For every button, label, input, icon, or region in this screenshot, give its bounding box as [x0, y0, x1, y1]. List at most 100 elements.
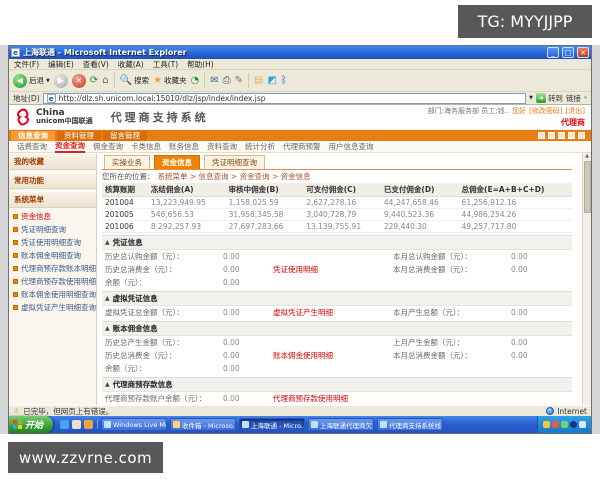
- tab-fund-info[interactable]: 资金信息: [154, 155, 200, 169]
- role-badge: 代理商: [561, 117, 585, 128]
- change-password-link[interactable]: [修改密码]: [529, 106, 562, 116]
- voucher-usage-link[interactable]: 凭证使用明细: [273, 264, 393, 275]
- sidebar-item-fund-info[interactable]: 资金信息: [9, 210, 96, 223]
- home-button[interactable]: ⌂: [102, 74, 108, 88]
- print-icon[interactable]: ⎙: [223, 74, 231, 88]
- ie-window: e 上海联通 - Microsoft Internet Explorer _ □…: [8, 45, 592, 434]
- menu-tools[interactable]: 工具(T): [153, 59, 178, 70]
- sidebar-item-ledger-usage[interactable]: 账本佣金使用明细查询: [9, 288, 96, 301]
- address-dropdown-icon[interactable]: ▼: [529, 95, 533, 101]
- subnav-card-info[interactable]: 卡类信息: [131, 141, 161, 152]
- ie-page-icon: e: [11, 48, 20, 57]
- tray-icon[interactable]: [579, 421, 586, 428]
- section-title: 代理商预存款信息: [113, 379, 173, 390]
- scroll-up-icon[interactable]: ▲: [585, 153, 589, 159]
- sidebar-item-voucher-usage[interactable]: 凭证使用明细查询: [9, 236, 96, 249]
- logout-link[interactable]: [退出]: [566, 106, 585, 116]
- nav-mini-icon[interactable]: [538, 132, 545, 139]
- nav-mini-icon[interactable]: [568, 132, 575, 139]
- menu-view[interactable]: 查看(V): [83, 59, 109, 70]
- bluetooth-icon[interactable]: ᛒ: [281, 74, 287, 88]
- stop-button[interactable]: ✕: [72, 74, 86, 88]
- vertical-scrollbar[interactable]: ▲: [582, 153, 591, 405]
- section-voucher-info: ▲ 凭证信息: [102, 235, 572, 250]
- bullet-icon: [13, 240, 18, 245]
- minimize-button[interactable]: _: [547, 47, 559, 58]
- sidebar-item-prepay-ledger[interactable]: 代理商预存款账本明细查询: [9, 262, 96, 275]
- cell-period: 201004: [102, 197, 148, 209]
- subnav-fund-query[interactable]: 资金查询: [55, 140, 85, 153]
- nav-info-query[interactable]: 信息查询: [11, 131, 55, 141]
- title-bar[interactable]: e 上海联通 - Microsoft Internet Explorer _ □…: [9, 46, 591, 59]
- subnav-stats[interactable]: 统计分析: [245, 141, 275, 152]
- scrollbar-thumb[interactable]: [584, 161, 591, 213]
- go-button[interactable]: ➜ 转到: [536, 93, 563, 104]
- sidebar-item-voucher-detail[interactable]: 凭证明细查询: [9, 223, 96, 236]
- media-player-icon[interactable]: [84, 420, 93, 429]
- forward-button[interactable]: ▶: [54, 74, 68, 88]
- back-dropdown-icon[interactable]: ▼: [46, 78, 50, 84]
- ie-quicklaunch-icon[interactable]: [60, 420, 69, 429]
- subnav-fee-query[interactable]: 话费查询: [17, 141, 47, 152]
- sidebar-item-prepay-usage[interactable]: 代理商预存款使用明细查询: [9, 275, 96, 288]
- unicom-knot-icon: [15, 108, 33, 126]
- messenger-icon[interactable]: ◩: [268, 74, 277, 88]
- back-button[interactable]: ◀ 后退 ▼: [13, 74, 50, 88]
- nav-mini-icon[interactable]: [558, 132, 565, 139]
- detail-row: 历史总认购金额（元）： 0.00 本月总认购金额（元）： 0.00: [102, 250, 572, 263]
- tray-icon[interactable]: [552, 421, 559, 428]
- subnav-commission-query[interactable]: 佣金查询: [93, 141, 123, 152]
- nav-mini-icon[interactable]: [578, 132, 585, 139]
- menu-file[interactable]: 文件(F): [14, 59, 39, 70]
- sidebar-item-label: 凭证明细查询: [21, 224, 66, 235]
- tray-icon[interactable]: [543, 421, 550, 428]
- subnav-user-info-query[interactable]: 用户信息查询: [329, 141, 374, 152]
- section-title: 虚拟凭证信息: [113, 293, 158, 304]
- maximize-button[interactable]: □: [562, 47, 574, 58]
- prepay-usage-link[interactable]: 代理商预存款使用明细: [273, 393, 393, 404]
- sidebar-item-ledger-commission[interactable]: 账本佣金明细查询: [9, 249, 96, 262]
- taskbar-item-agent-system[interactable]: 代理商支持系统线...: [377, 418, 443, 431]
- field-label: 本月总认购金额（元）：: [393, 251, 511, 262]
- links-label[interactable]: 链接: [566, 93, 581, 104]
- virtual-voucher-link[interactable]: 虚拟凭证产生明细: [273, 307, 393, 318]
- tab-voucher-detail[interactable]: 凭证明细查询: [204, 155, 265, 169]
- ledger-usage-link[interactable]: 账本佣金使用明细: [273, 350, 393, 361]
- address-input[interactable]: e http://dlz.sh.unicom.local:15010/dlz/j…: [43, 93, 526, 104]
- sidebar-item-label: 账本佣金使用明细查询: [21, 289, 96, 300]
- folder-icon[interactable]: ▤: [254, 74, 263, 88]
- start-button[interactable]: 开始: [9, 416, 53, 433]
- tray-icon[interactable]: [570, 421, 577, 428]
- history-icon[interactable]: ◔: [191, 74, 200, 88]
- close-button[interactable]: ✕: [577, 47, 589, 58]
- taskbar-item-inbox[interactable]: 收件箱 - Microso...: [170, 418, 236, 431]
- tab-business[interactable]: 实操业务: [104, 155, 150, 169]
- subnav-data-query[interactable]: 资料查询: [207, 141, 237, 152]
- field-value: 0.00: [223, 252, 273, 261]
- taskbar-item-live-messenger[interactable]: Windows Live Mes...: [101, 418, 167, 431]
- favorites-button[interactable]: ★ 收藏夹: [153, 74, 186, 88]
- menu-favorites[interactable]: 收藏(A): [118, 59, 144, 70]
- sidebar-section-system-menu[interactable]: 系统菜单: [9, 191, 96, 208]
- nav-message-manage[interactable]: 留言管理: [103, 131, 147, 141]
- show-desktop-icon[interactable]: [72, 420, 81, 429]
- sidebar-item-virtual-voucher[interactable]: 虚拟凭证产生明细查询: [9, 301, 96, 314]
- menu-edit[interactable]: 编辑(E): [48, 59, 74, 70]
- nav-mini-icon[interactable]: [548, 132, 555, 139]
- sidebar-section-favorites[interactable]: 我的收藏: [9, 153, 96, 170]
- sidebar-section-common[interactable]: 常用功能: [9, 172, 96, 189]
- tray-icon[interactable]: [561, 421, 568, 428]
- user-info: 部门:海务服务部 员工:钱..: [428, 106, 509, 116]
- taskbar-item-agent-page[interactable]: 上海联通代理商欠...: [308, 418, 374, 431]
- mail-icon[interactable]: ✉: [210, 74, 218, 88]
- nav-data-manage[interactable]: 资料管理: [57, 131, 101, 141]
- menu-help[interactable]: 帮助(H): [187, 59, 214, 70]
- task-icon: [104, 421, 111, 428]
- edit-icon[interactable]: ✎: [235, 74, 243, 88]
- taskbar-item-shanghai-unicom[interactable]: 上海联通 - Micro...: [239, 418, 305, 431]
- search-button[interactable]: 🔍 搜索: [120, 74, 149, 88]
- refresh-button[interactable]: ⟳: [90, 74, 98, 88]
- subnav-agent-alert[interactable]: 代理商预警: [283, 141, 321, 152]
- subnav-account-info[interactable]: 账务信息: [169, 141, 199, 152]
- bullet-icon: [13, 253, 18, 258]
